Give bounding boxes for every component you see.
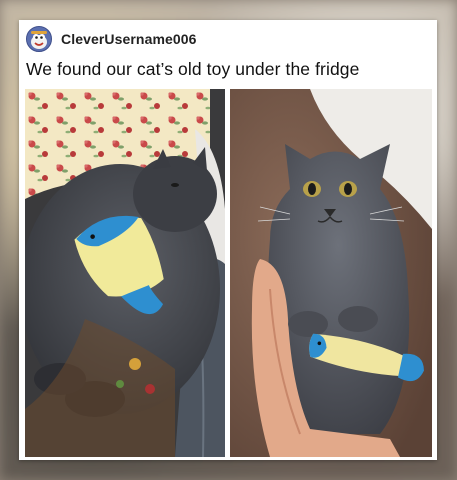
- post-header: CleverUsername006: [26, 26, 197, 52]
- post-title: We found our cat’s old toy under the fri…: [26, 59, 360, 79]
- photo-cat-holding-toy: [230, 89, 432, 457]
- username[interactable]: CleverUsername006: [61, 31, 197, 47]
- photo-cat-sleeping-with-toy: [25, 89, 225, 457]
- cartoon-face-avatar-icon[interactable]: [26, 26, 52, 52]
- post-card: CleverUsername006 We found our cat’s old…: [19, 20, 437, 460]
